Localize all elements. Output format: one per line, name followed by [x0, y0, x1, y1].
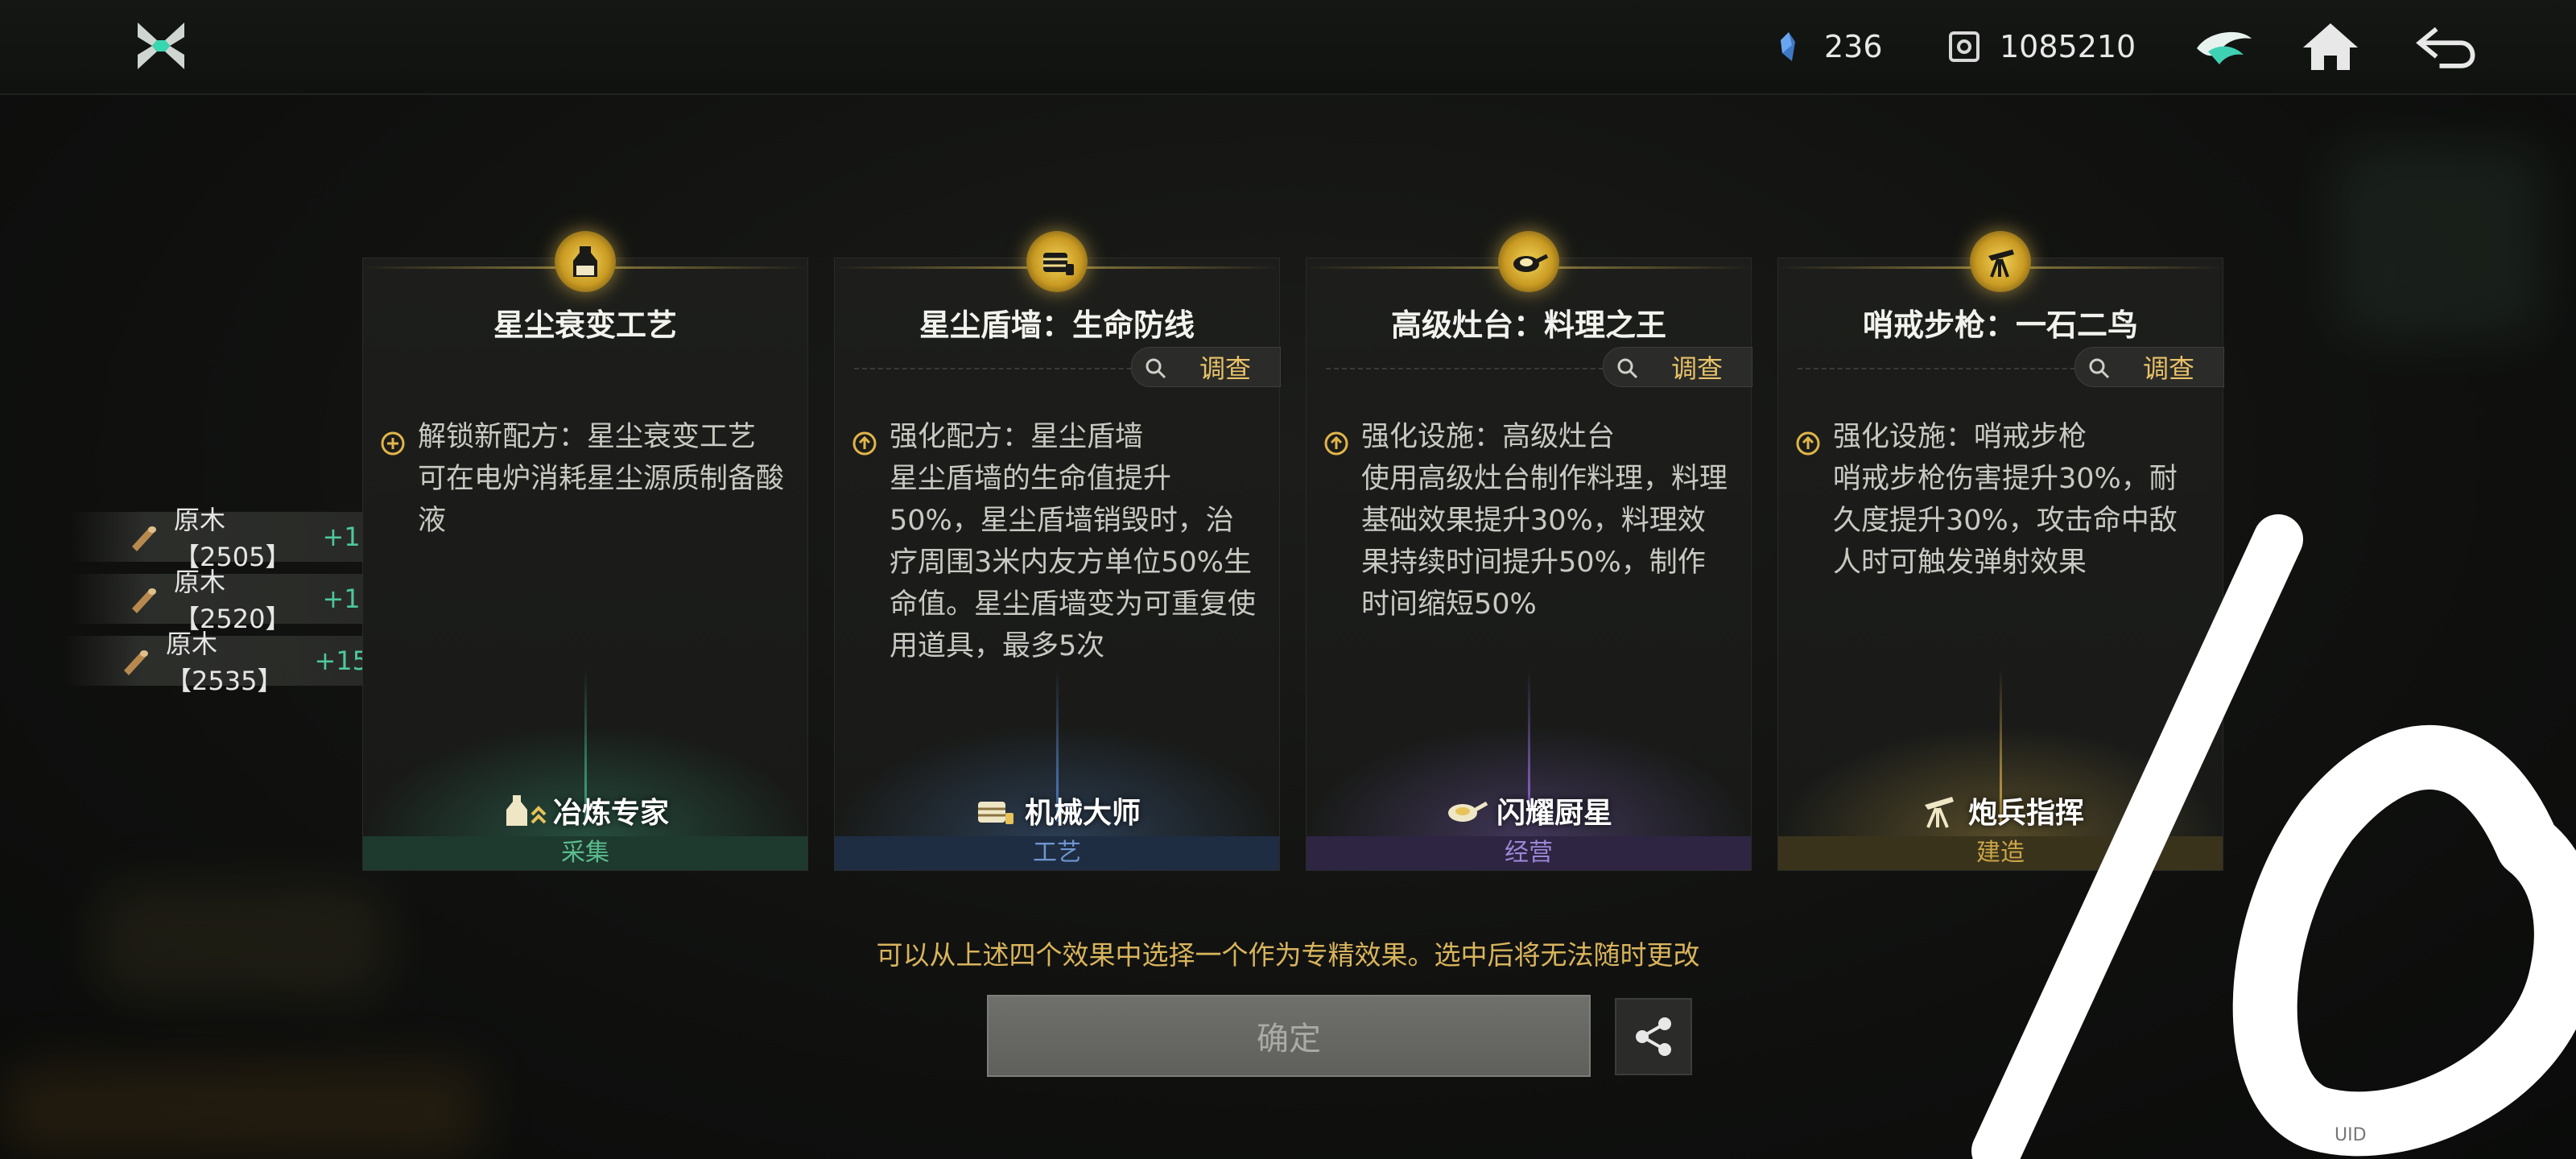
plus-circle-icon — [381, 426, 405, 456]
card-category: 工艺 — [835, 836, 1279, 870]
material-item: 原木【2535】 +15 — [63, 629, 369, 696]
turret-icon — [1917, 790, 1962, 831]
upgrade-arrow-icon — [1796, 426, 1820, 456]
card-category: 采集 — [363, 836, 807, 870]
home-button[interactable] — [2296, 14, 2365, 79]
card-profession-name: 闪耀厨星 — [1496, 797, 1612, 830]
material-item: 原木【2505】 +15 — [71, 505, 377, 572]
share-button[interactable] — [1615, 998, 1692, 1075]
card-effect-text: 强化设施：哨戒步枪 哨戒步枪伤害提升30%，耐久度提升30%，攻击命中敌人时可触… — [1833, 421, 2178, 579]
uid-label: UID — [2334, 1125, 2367, 1145]
upgrade-arrow-icon — [1324, 426, 1348, 456]
specialization-card-cooking[interactable]: 高级灶台：料理之王 调查 强化设施：高级灶台 使用高级灶台制作料理，料理基础效果… — [1306, 231, 1752, 871]
investigate-label: 调查 — [1199, 353, 1252, 384]
wood-log-icon — [119, 645, 151, 677]
specialization-card-shield[interactable]: 星尘盾墙：生命防线 调查 强化配方：星尘盾墙 星尘盾墙的生命值提升50%，星尘盾… — [834, 231, 1281, 871]
material-item: 原木【2520】 +15 — [71, 567, 377, 634]
card-profession: 机械大师 — [835, 790, 1279, 831]
specialization-card-rifle[interactable]: 哨戒步枪：一石二鸟 调查 强化设施：哨戒步枪 哨戒步枪伤害提升30%，耐久度提升… — [1777, 231, 2224, 871]
home-icon — [2303, 23, 2358, 70]
card-effect-text: 解锁新配方：星尘衰变工艺 可在电炉消耗星尘源质制备酸液 — [418, 421, 785, 537]
crystal-shard-icon — [1771, 29, 1806, 64]
upgrade-arrow-icon — [852, 426, 877, 456]
resource-crystal: 236 — [1771, 24, 1883, 69]
frying-pan-icon — [1498, 231, 1559, 292]
resource-gear-value: 1085210 — [2000, 29, 2136, 64]
card-profession-name: 炮兵指挥 — [1967, 797, 2084, 830]
top-bar: 236 1085210 — [0, 0, 2576, 95]
investigate-label: 调查 — [1671, 353, 1724, 384]
material-name: 原木【2535】 — [166, 629, 283, 696]
card-effect: 解锁新配方：星尘衰变工艺 可在电炉消耗星尘源质制备酸液 — [381, 416, 788, 542]
card-title: 星尘盾墙：生命防线 — [919, 307, 1195, 343]
barrel-icon — [973, 790, 1018, 831]
investigate-label: 调查 — [2143, 353, 2195, 384]
card-effect: 强化设施：哨戒步枪 哨戒步枪伤害提升30%，耐久度提升30%，攻击命中敌人时可触… — [1796, 416, 2203, 584]
card-title: 星尘衰变工艺 — [493, 307, 677, 343]
barrel-icon — [1026, 231, 1088, 292]
card-effect-text: 强化设施：高级灶台 使用高级灶台制作料理，料理基础效果提升30%，料理效果持续时… — [1361, 421, 1728, 621]
gear-box-icon — [1946, 29, 1982, 64]
wood-log-icon — [127, 583, 159, 615]
potion-bottle-icon — [502, 790, 547, 831]
confirm-button[interactable]: 确定 — [987, 995, 1591, 1077]
card-profession: 冶炼专家 — [363, 790, 807, 831]
share-icon — [1636, 1017, 1671, 1056]
emblem-button[interactable] — [2190, 14, 2259, 79]
selection-hint: 可以从上述四个效果中选择一个作为专精效果。选中后将无法随时更改 — [876, 939, 1700, 971]
emblem-icon — [2197, 31, 2252, 64]
card-effect-text: 强化配方：星尘盾墙 星尘盾墙的生命值提升50%，星尘盾墙销毁时，治疗周围3米内友… — [890, 421, 1257, 662]
resource-crystal-value: 236 — [1824, 29, 1883, 64]
card-title: 哨戒步枪：一石二鸟 — [1862, 307, 2138, 343]
frying-pan-icon — [1445, 790, 1490, 831]
card-profession: 炮兵指挥 — [1778, 790, 2223, 831]
back-arrow-icon — [2416, 27, 2475, 68]
specialization-card-smelting[interactable]: 星尘衰变工艺 解锁新配方：星尘衰变工艺 可在电炉消耗星尘源质制备酸液 冶炼专家 … — [362, 231, 808, 871]
investigate-button[interactable]: 调查 — [2074, 347, 2224, 387]
magnifier-icon — [2088, 356, 2111, 379]
potion-bottle-icon — [555, 231, 616, 292]
magnifier-icon — [1145, 356, 1167, 379]
wood-log-icon — [127, 521, 159, 553]
background-blur — [0, 1062, 483, 1159]
investigate-button[interactable]: 调查 — [1131, 347, 1281, 387]
card-title: 高级灶台：料理之王 — [1390, 307, 1666, 343]
magnifier-icon — [1616, 356, 1639, 379]
game-logo-icon — [133, 18, 189, 74]
back-button[interactable] — [2413, 14, 2483, 79]
card-effect: 强化设施：高级灶台 使用高级灶台制作料理，料理基础效果提升30%，料理效果持续时… — [1324, 416, 1732, 625]
material-bonus: +15 — [314, 645, 369, 676]
card-profession-name: 冶炼专家 — [552, 797, 669, 830]
card-category: 建造 — [1778, 836, 2223, 870]
card-profession: 闪耀厨星 — [1307, 790, 1751, 831]
card-effect: 强化配方：星尘盾墙 星尘盾墙的生命值提升50%，星尘盾墙销毁时，治疗周围3米内友… — [852, 416, 1260, 667]
background-blur — [2334, 145, 2544, 338]
card-profession-name: 机械大师 — [1024, 797, 1141, 830]
card-category: 经营 — [1307, 836, 1751, 870]
investigate-button[interactable]: 调查 — [1603, 347, 1752, 387]
resource-gear: 1085210 — [1946, 24, 2136, 69]
turret-icon — [1970, 231, 2031, 292]
